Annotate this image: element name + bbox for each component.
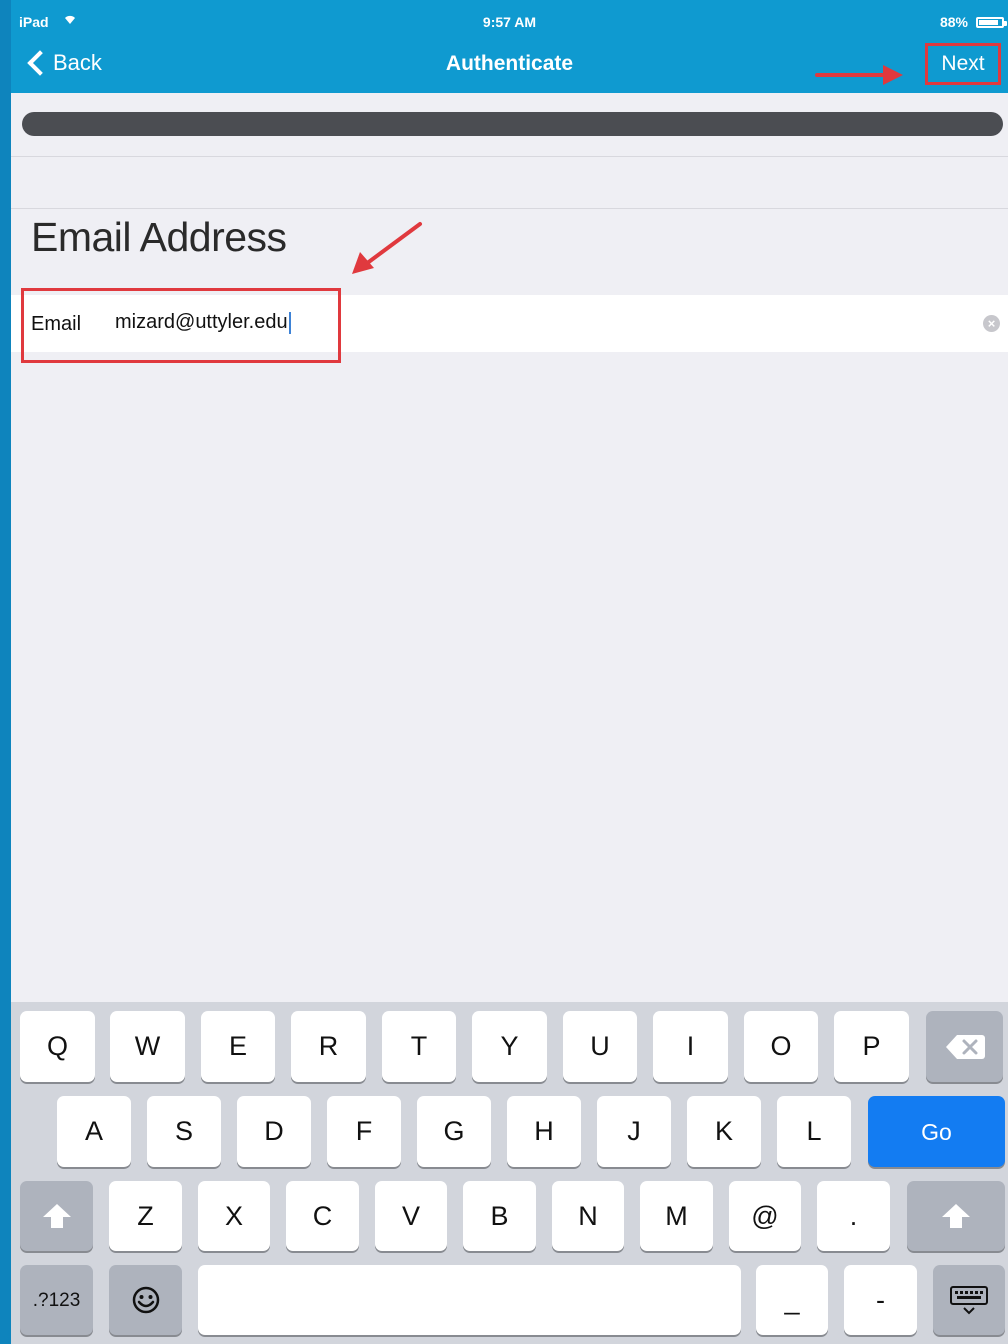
status-time: 9:57 AM xyxy=(482,14,537,30)
emoji-icon xyxy=(132,1286,159,1314)
key-label: C xyxy=(312,1201,333,1231)
key-label: U xyxy=(590,1031,610,1061)
key-label: .?123 xyxy=(32,1290,81,1311)
key-u[interactable]: U xyxy=(563,1011,637,1082)
key-v[interactable]: V xyxy=(375,1181,447,1251)
key-label: R xyxy=(318,1031,339,1061)
key-label: J xyxy=(627,1116,641,1146)
delete-key[interactable] xyxy=(926,1011,1003,1082)
key-label: A xyxy=(84,1116,103,1146)
key-r[interactable]: R xyxy=(291,1011,366,1082)
key-label: . xyxy=(849,1201,858,1231)
battery-fill xyxy=(979,20,998,25)
email-value: mizard@uttyler.edu xyxy=(115,311,288,333)
key-n[interactable]: N xyxy=(552,1181,624,1251)
key-hyphen[interactable]: - xyxy=(844,1265,917,1335)
battery-icon xyxy=(976,17,1007,28)
key-period[interactable]: . xyxy=(817,1181,890,1251)
key-x[interactable]: X xyxy=(198,1181,270,1251)
battery-percent: 88% xyxy=(939,14,968,30)
key-label: _ xyxy=(784,1285,800,1315)
key-label: K xyxy=(714,1116,733,1146)
key-label: P xyxy=(862,1031,881,1061)
key-label: W xyxy=(134,1031,161,1061)
key-g[interactable]: G xyxy=(417,1096,491,1167)
shift-key-left[interactable] xyxy=(20,1181,93,1251)
key-label: F xyxy=(355,1116,373,1146)
email-label: Email xyxy=(31,313,82,335)
key-j[interactable]: J xyxy=(597,1096,671,1167)
key-d[interactable]: D xyxy=(237,1096,311,1167)
keyboard-dismiss-key[interactable] xyxy=(933,1265,1005,1335)
key-label: Go xyxy=(921,1119,952,1145)
key-w[interactable]: W xyxy=(110,1011,185,1082)
status-bar: iPad 9:57 AM 88% xyxy=(11,0,1008,40)
shift-key-right[interactable] xyxy=(907,1181,1005,1251)
shift-icon xyxy=(42,1204,71,1228)
key-label: H xyxy=(534,1116,554,1146)
delete-icon xyxy=(945,1034,985,1059)
key-label: Q xyxy=(46,1031,68,1061)
key-label: M xyxy=(665,1201,688,1231)
key-label: O xyxy=(770,1031,792,1061)
key-label: D xyxy=(264,1116,284,1146)
keyboard: Q W E R T Y U I O P A S D F G H J K L Go… xyxy=(11,1002,1008,1344)
email-field[interactable]: Email mizard@uttyler.edu × xyxy=(11,295,1008,352)
emoji-key[interactable] xyxy=(109,1265,182,1335)
left-frame-edge xyxy=(0,0,11,1344)
key-f[interactable]: F xyxy=(327,1096,401,1167)
progress-bar xyxy=(22,112,1003,136)
shift-icon xyxy=(942,1204,970,1228)
key-underscore[interactable]: _ xyxy=(756,1265,828,1335)
separator xyxy=(11,156,1008,157)
text-caret xyxy=(288,311,291,334)
key-label: B xyxy=(490,1201,509,1231)
key-b[interactable]: B xyxy=(463,1181,536,1251)
key-o[interactable]: O xyxy=(744,1011,818,1082)
key-label: I xyxy=(686,1031,695,1061)
key-y[interactable]: Y xyxy=(472,1011,547,1082)
keyboard-dismiss-icon xyxy=(950,1286,988,1315)
key-l[interactable]: L xyxy=(777,1096,851,1167)
clear-icon[interactable]: × xyxy=(983,315,1000,332)
key-label: V xyxy=(401,1201,420,1231)
key-z[interactable]: Z xyxy=(109,1181,182,1251)
key-label: @ xyxy=(751,1201,779,1231)
email-input[interactable]: mizard@uttyler.edu xyxy=(115,311,291,334)
next-button[interactable]: Next xyxy=(925,43,1001,85)
key-c[interactable]: C xyxy=(286,1181,359,1251)
go-button[interactable]: Go xyxy=(868,1096,1005,1167)
key-label: S xyxy=(174,1116,193,1146)
key-s[interactable]: S xyxy=(147,1096,221,1167)
key-t[interactable]: T xyxy=(382,1011,456,1082)
annotation-arrow-next xyxy=(815,65,903,85)
key-label: N xyxy=(578,1201,598,1231)
key-label: Z xyxy=(137,1201,154,1231)
key-p[interactable]: P xyxy=(834,1011,909,1082)
numbers-key[interactable]: .?123 xyxy=(20,1265,93,1335)
key-e[interactable]: E xyxy=(201,1011,275,1082)
key-label: X xyxy=(224,1201,243,1231)
key-m[interactable]: M xyxy=(640,1181,713,1251)
key-h[interactable]: H xyxy=(507,1096,581,1167)
section-title: Email Address xyxy=(31,214,287,260)
key-i[interactable]: I xyxy=(653,1011,728,1082)
key-at[interactable]: @ xyxy=(729,1181,801,1251)
separator xyxy=(11,208,1008,209)
key-q[interactable]: Q xyxy=(20,1011,95,1082)
key-k[interactable]: K xyxy=(687,1096,761,1167)
key-label: - xyxy=(876,1285,885,1315)
key-label: G xyxy=(443,1116,465,1146)
space-bar[interactable] xyxy=(198,1265,741,1335)
key-label: E xyxy=(228,1031,247,1061)
key-a[interactable]: A xyxy=(57,1096,131,1167)
key-label: Y xyxy=(500,1031,519,1061)
key-label: L xyxy=(806,1116,822,1146)
annotation-arrow-email xyxy=(352,222,422,274)
key-label: T xyxy=(410,1031,428,1061)
